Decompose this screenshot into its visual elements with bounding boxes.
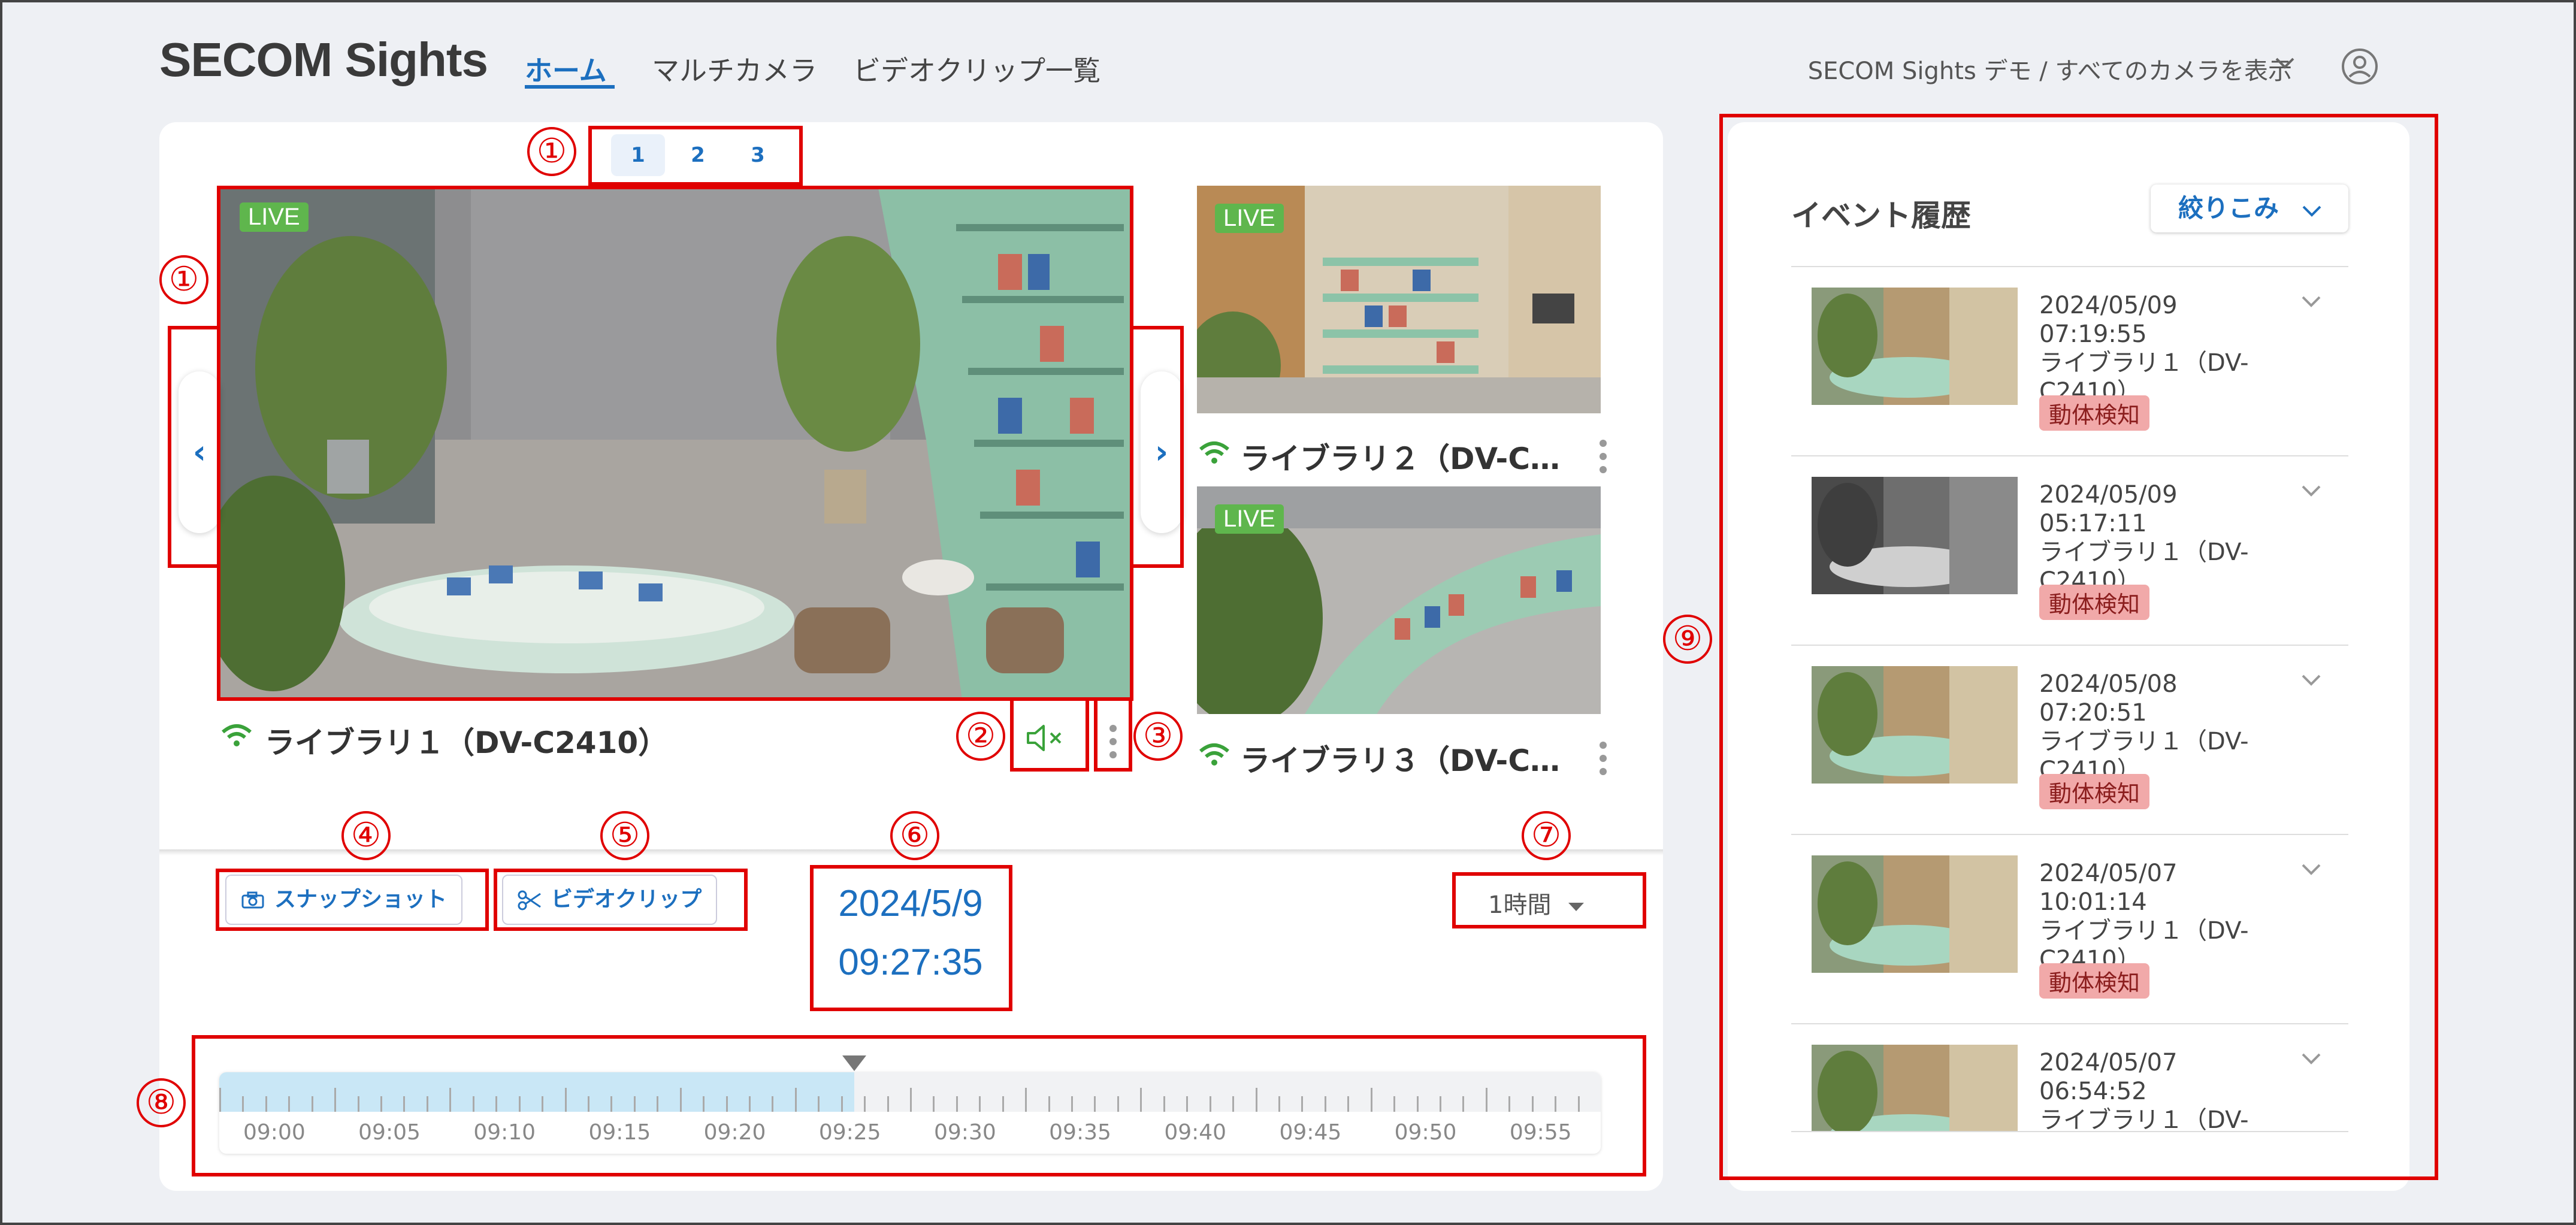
main-camera-label: ライブラリ１（DV-C2410） xyxy=(265,725,669,760)
annotation-number: ⑥ xyxy=(890,811,939,860)
live-badge: LIVE xyxy=(1215,504,1284,534)
annotation-number: ① xyxy=(159,255,208,304)
annotation-number: ③ xyxy=(1133,712,1183,761)
nav-home[interactable]: ホーム xyxy=(525,49,607,89)
annotation-box-prev xyxy=(168,326,220,568)
annotation-number: ⑧ xyxy=(137,1078,186,1127)
camera-menu-icon[interactable] xyxy=(1600,742,1608,781)
app-logo[interactable]: SECOM Sights xyxy=(159,32,488,87)
tenant-selector[interactable]: SECOM Sights デモ / すべてのカメラを表示 xyxy=(1808,52,2292,86)
annotation-box-menu xyxy=(1094,697,1132,772)
nav-active-indicator xyxy=(525,85,615,89)
nav-multi-camera[interactable]: マルチカメラ xyxy=(652,49,817,89)
side-camera-view-1[interactable]: LIVE xyxy=(1197,186,1601,413)
annotation-number: ② xyxy=(956,712,1005,761)
annotation-box-timeline xyxy=(192,1035,1646,1176)
annotation-box-events xyxy=(1719,114,2438,1180)
user-settings-icon[interactable] xyxy=(2339,46,2381,87)
annotation-number: ① xyxy=(527,127,576,176)
annotation-box-next xyxy=(1130,326,1184,568)
annotation-box-page-tabs xyxy=(588,126,803,186)
wifi-icon xyxy=(1199,743,1229,766)
annotation-box-snapshot xyxy=(216,869,489,931)
camera-menu-icon[interactable] xyxy=(1600,440,1608,479)
annotation-number: ⑤ xyxy=(600,811,649,860)
live-badge: LIVE xyxy=(1215,204,1284,233)
annotation-box-main-camera xyxy=(217,186,1133,701)
side-camera-label-2: ライブラリ３（DV-C2… xyxy=(1240,743,1564,778)
nav-video-clips[interactable]: ビデオクリップ一覧 xyxy=(853,49,1100,89)
wifi-icon xyxy=(1199,441,1229,464)
annotation-box-clip xyxy=(494,869,748,931)
annotation-box-datetime xyxy=(810,865,1012,1011)
wifi-icon xyxy=(222,724,252,746)
side-camera-view-2[interactable]: LIVE xyxy=(1197,486,1601,714)
annotation-number: ⑦ xyxy=(1522,811,1571,860)
annotation-number: ⑨ xyxy=(1663,615,1712,664)
annotation-number: ④ xyxy=(341,811,391,860)
annotation-box-range xyxy=(1452,872,1646,928)
side-camera-label-1: ライブラリ２（DV-C2… xyxy=(1240,441,1564,476)
annotation-box-mute xyxy=(1010,697,1089,772)
chevron-down-icon[interactable] xyxy=(2273,50,2297,74)
